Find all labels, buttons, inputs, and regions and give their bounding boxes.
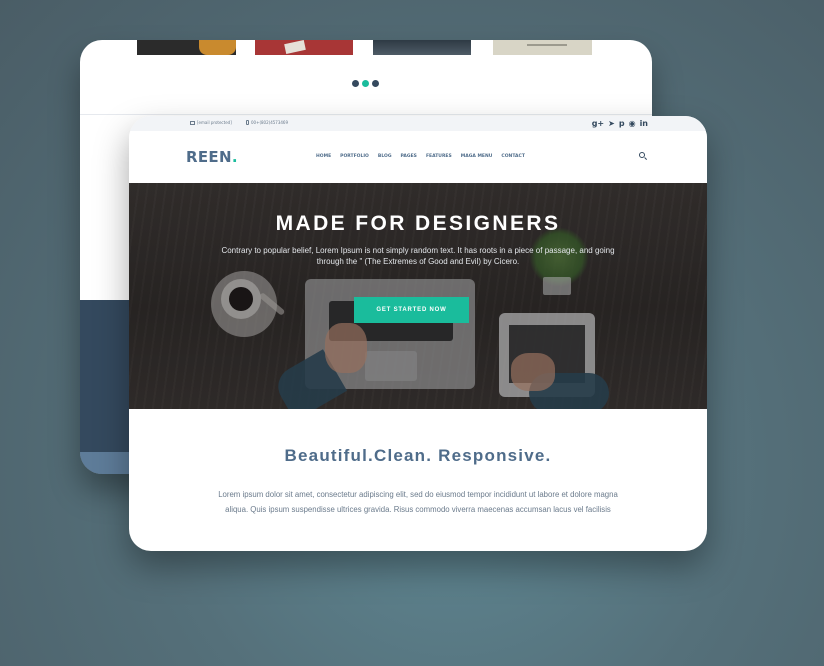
social-icons: g+ ➤ p ◉ in xyxy=(592,119,648,128)
slider-dots xyxy=(352,80,379,87)
logo-dot: . xyxy=(231,148,238,166)
nav-item-blog[interactable]: BLOG xyxy=(378,154,392,159)
nav-item-features[interactable]: FEATURES xyxy=(426,154,452,159)
top-info-bar: [email protected] 00+(802)4573469 g+ ➤ p… xyxy=(129,116,707,131)
linkedin-icon[interactable]: in xyxy=(640,119,648,128)
mail-icon xyxy=(190,120,195,125)
portfolio-thumbnail-2[interactable] xyxy=(255,40,353,55)
hero-description: Contrary to popular belief, Lorem Ipsum … xyxy=(221,246,615,266)
hero-title: MADE FOR DESIGNERS xyxy=(275,212,561,235)
nav-item-home[interactable]: HOME xyxy=(316,154,331,159)
email-text: [email protected] xyxy=(197,120,232,125)
portfolio-thumbnail-1[interactable] xyxy=(137,40,236,55)
phone-text: 00+(802)4573469 xyxy=(251,120,289,125)
section-description: Lorem ipsum dolor sit amet, consectetur … xyxy=(218,490,618,514)
section-title: Beautiful.Clean. Responsive. xyxy=(284,446,552,465)
search-icon[interactable] xyxy=(639,152,645,158)
nav-item-contact[interactable]: CONTACT xyxy=(501,154,524,159)
pinterest-icon[interactable]: p xyxy=(619,119,625,128)
twitter-icon[interactable]: ➤ xyxy=(608,119,615,128)
slider-dot-active[interactable] xyxy=(362,80,369,87)
logo-text: REEN xyxy=(186,148,232,166)
main-navbar: REEN. HOME PORTFOLIO BLOG PAGES FEATURES… xyxy=(129,131,707,183)
nav-item-portfolio[interactable]: PORTFOLIO xyxy=(340,154,369,159)
hero-section: MADE FOR DESIGNERS Contrary to popular b… xyxy=(129,183,707,409)
website-preview-card: [email protected] 00+(802)4573469 g+ ➤ p… xyxy=(129,116,707,551)
site-logo[interactable]: REEN. xyxy=(186,148,238,166)
nav-item-pages[interactable]: PAGES xyxy=(401,154,417,159)
slider-dot[interactable] xyxy=(352,80,359,87)
phone-icon xyxy=(246,120,249,125)
get-started-button[interactable]: GET STARTED NOW xyxy=(354,297,469,323)
google-plus-icon[interactable]: g+ xyxy=(592,119,604,128)
email-info[interactable]: [email protected] xyxy=(190,120,232,125)
dribbble-icon[interactable]: ◉ xyxy=(629,119,636,128)
portfolio-thumbnail-3[interactable] xyxy=(373,40,471,55)
divider xyxy=(80,114,652,115)
nav-item-maga-menu[interactable]: MAGA MENU xyxy=(461,154,493,159)
portfolio-thumbnail-4[interactable] xyxy=(493,40,592,55)
slider-dot[interactable] xyxy=(372,80,379,87)
phone-info[interactable]: 00+(802)4573469 xyxy=(246,120,288,125)
nav-menu: HOME PORTFOLIO BLOG PAGES FEATURES MAGA … xyxy=(316,154,525,159)
